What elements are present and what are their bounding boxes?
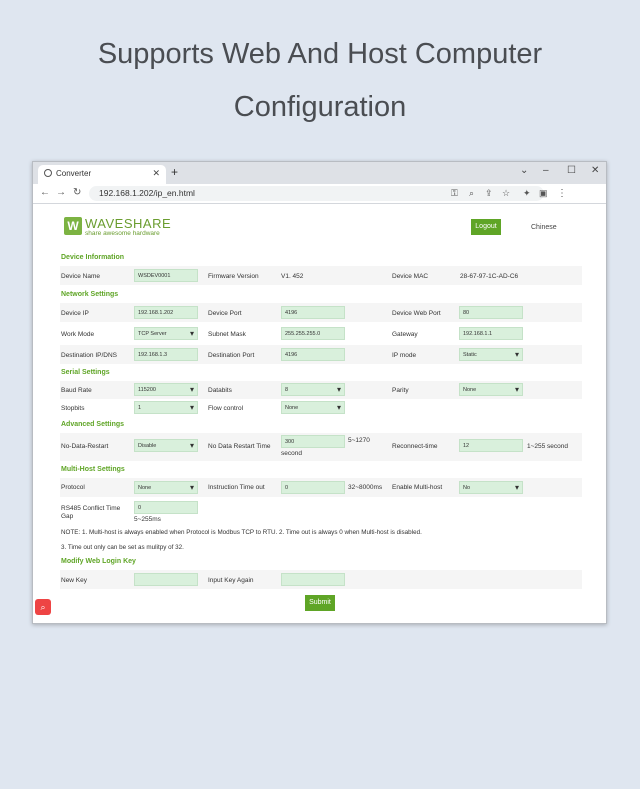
- key-icon[interactable]: ⚿: [451, 188, 458, 199]
- reload-icon[interactable]: ↻: [73, 187, 81, 198]
- device-ip-label: Device IP: [61, 310, 89, 317]
- subnet-field[interactable]: 255.255.255.0: [281, 327, 345, 340]
- section-advanced-settings: Advanced Settings: [61, 421, 125, 428]
- dest-ip-label: Destination IP/DNS: [61, 352, 117, 359]
- maximize-icon[interactable]: ☐: [567, 165, 576, 176]
- logo-tagline: share awesome hardware: [85, 230, 160, 237]
- logo-name: WAVESHARE: [85, 216, 172, 231]
- stopbits-label: Stopbits: [61, 405, 85, 412]
- browser-tab[interactable]: Converter ✕: [38, 165, 166, 184]
- section-modify-login-key: Modify Web Login Key: [61, 558, 136, 565]
- instruction-timeout-label: Instruction Time out: [208, 484, 265, 491]
- enable-multi-host-label: Enable Multi-host: [392, 484, 443, 491]
- firmware-label: Firmware Version: [208, 273, 259, 280]
- section-network-settings: Network Settings: [61, 291, 119, 298]
- submit-button[interactable]: Submit: [305, 595, 335, 611]
- device-ip-field[interactable]: 192.168.1.202: [134, 306, 198, 319]
- dest-port-field[interactable]: 4196: [281, 348, 345, 361]
- baud-rate-select[interactable]: 115200: [134, 383, 198, 396]
- no-data-restart-time-range: 5~1270: [348, 437, 370, 444]
- search-icon[interactable]: ⌕: [469, 188, 474, 199]
- device-port-label: Device Port: [208, 310, 242, 317]
- no-data-restart-time-unit: second: [281, 450, 302, 457]
- protocol-select[interactable]: None: [134, 481, 198, 494]
- address-bar: ← → ↻ 192.168.1.202/ip_en.html ⚿ ⌕ ⇪ ☆ ✦…: [33, 184, 606, 204]
- headline-line-1: Supports Web And Host Computer: [97, 38, 543, 70]
- key-again-field[interactable]: [281, 573, 345, 586]
- multi-host-note-2: 3. Time out only can be set as mulitpy o…: [61, 544, 184, 551]
- web-port-label: Device Web Port: [392, 310, 441, 317]
- conflict-time-gap-range: 5~255ms: [134, 516, 161, 523]
- conflict-time-gap-field[interactable]: 0: [134, 501, 198, 514]
- databits-select[interactable]: 8: [281, 383, 345, 396]
- instruction-timeout-range: 32~8000ms: [348, 484, 383, 491]
- reconnect-time-range: 1~255 second: [527, 443, 569, 450]
- language-link[interactable]: Chinese: [531, 224, 557, 231]
- bookmark-star-icon[interactable]: ☆: [502, 188, 510, 199]
- mac-label: Device MAC: [392, 273, 429, 280]
- share-icon[interactable]: ⇪: [485, 188, 493, 199]
- stopbits-select[interactable]: 1: [134, 401, 198, 414]
- reconnect-time-field[interactable]: 12: [459, 439, 523, 452]
- parity-select[interactable]: None: [459, 383, 523, 396]
- gateway-field[interactable]: 192.168.1.1: [459, 327, 523, 340]
- reconnect-time-label: Reconnect-time: [392, 443, 438, 450]
- no-data-restart-time-label: No Data Restart Time: [208, 443, 271, 450]
- firmware-value: V1. 452: [281, 273, 304, 280]
- instruction-timeout-field[interactable]: 0: [281, 481, 345, 494]
- conflict-time-gap-label-2: Gap: [61, 513, 74, 520]
- conflict-time-gap-label-1: RS485 Conflict Time: [61, 505, 121, 512]
- tab-title: Converter: [56, 169, 92, 178]
- extensions-icon[interactable]: ✦: [523, 188, 531, 199]
- section-serial-settings: Serial Settings: [61, 369, 110, 376]
- globe-icon: [44, 169, 52, 177]
- work-mode-select[interactable]: TCP Server: [134, 327, 198, 340]
- multi-host-note-1: NOTE: 1. Multi-host is always enabled wh…: [61, 529, 422, 536]
- config-page: W WAVESHARE share awesome hardware Logou…: [55, 207, 585, 619]
- databits-label: Databits: [208, 387, 232, 394]
- parity-label: Parity: [392, 387, 409, 394]
- section-multi-host-settings: Multi-Host Settings: [61, 466, 125, 473]
- device-name-field[interactable]: WSDEV0001: [134, 269, 198, 282]
- enable-multi-host-select[interactable]: No: [459, 481, 523, 494]
- web-port-field[interactable]: 80: [459, 306, 523, 319]
- logout-button[interactable]: Logout: [471, 219, 501, 235]
- flow-control-select[interactable]: None: [281, 401, 345, 414]
- flow-control-label: Flow control: [208, 405, 244, 412]
- minimize-icon[interactable]: –: [543, 165, 549, 176]
- menu-icon[interactable]: ⋮: [557, 188, 567, 199]
- mac-value: 28-67-97-1C-AD-C6: [460, 273, 519, 280]
- protocol-label: Protocol: [61, 484, 85, 491]
- forward-icon[interactable]: →: [56, 187, 66, 198]
- ip-mode-select[interactable]: Static: [459, 348, 523, 361]
- headline-line-2: Configuration: [233, 91, 407, 123]
- work-mode-label: Work Mode: [61, 331, 95, 338]
- subnet-label: Subnet Mask: [208, 331, 246, 338]
- no-data-restart-label: No-Data-Restart: [61, 443, 109, 450]
- waveshare-logo-icon: W: [64, 217, 82, 235]
- device-name-label: Device Name: [61, 273, 101, 280]
- no-data-restart-time-field[interactable]: 300: [281, 435, 345, 448]
- title-bar: Converter ✕ + ⌄ – ☐ ✕: [33, 162, 606, 184]
- gateway-label: Gateway: [392, 331, 418, 338]
- browser-window: Converter ✕ + ⌄ – ☐ ✕ ← → ↻ 192.168.1.20…: [32, 161, 607, 624]
- chevron-down-icon[interactable]: ⌄: [520, 165, 528, 176]
- sidebar-icon[interactable]: ▣: [539, 188, 548, 199]
- key-again-label: Input Key Again: [208, 577, 254, 584]
- no-data-restart-select[interactable]: Disable: [134, 439, 198, 452]
- close-tab-icon[interactable]: ✕: [152, 168, 160, 179]
- new-tab-icon[interactable]: +: [171, 165, 178, 179]
- section-device-information: Device Information: [61, 254, 125, 261]
- url-input[interactable]: 192.168.1.202/ip_en.html: [89, 186, 544, 201]
- back-icon[interactable]: ←: [40, 187, 50, 198]
- baud-rate-label: Baud Rate: [61, 387, 92, 394]
- dest-ip-field[interactable]: 192.168.1.3: [134, 348, 198, 361]
- new-key-label: New Key: [61, 577, 88, 584]
- dest-port-label: Destination Port: [208, 352, 255, 359]
- ip-mode-label: IP mode: [392, 352, 417, 359]
- search-float-icon[interactable]: ⌕: [35, 599, 51, 615]
- new-key-field[interactable]: [134, 573, 198, 586]
- close-window-icon[interactable]: ✕: [591, 165, 599, 176]
- device-port-field[interactable]: 4196: [281, 306, 345, 319]
